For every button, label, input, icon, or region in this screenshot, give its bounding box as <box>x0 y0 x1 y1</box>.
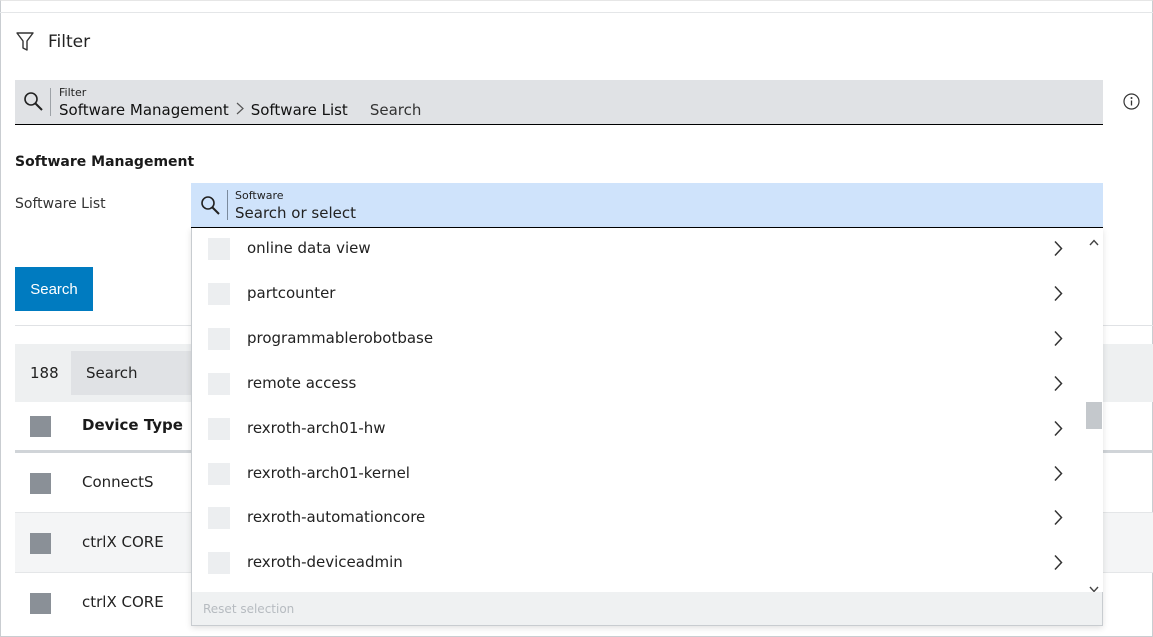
chevron-right-icon[interactable] <box>1053 330 1063 351</box>
list-item[interactable]: rexroth-arch01-hw <box>192 408 1085 453</box>
row-checkbox[interactable] <box>30 593 51 614</box>
device-type-cell: ctrlX CORE <box>82 593 164 611</box>
software-dropdown-list[interactable]: online data view partcounter programmabl… <box>191 228 1103 626</box>
search-icon <box>200 195 222 221</box>
filter-title: Filter <box>48 32 91 52</box>
chevron-right-icon[interactable] <box>1053 285 1063 306</box>
chevron-right-icon[interactable] <box>1053 554 1063 575</box>
item-checkbox[interactable] <box>208 552 230 574</box>
software-input-label: Software <box>235 189 284 202</box>
search-button[interactable]: Search <box>15 267 93 311</box>
item-label: rexroth-deviceadmin <box>247 553 403 571</box>
info-icon[interactable] <box>1123 93 1140 114</box>
input-separator <box>227 190 228 220</box>
search-icon <box>23 91 45 117</box>
breadcrumb-item-software-management[interactable]: Software Management <box>59 101 229 119</box>
item-checkbox[interactable] <box>208 373 230 395</box>
software-input-placeholder[interactable]: Search or select <box>235 204 356 222</box>
item-label: rexroth-arch01-kernel <box>247 464 410 482</box>
filter-bar[interactable]: Filter Software Management Software List… <box>15 80 1103 125</box>
item-label: remote access <box>247 374 357 392</box>
list-item[interactable]: rexroth-deviceadmin <box>192 542 1085 587</box>
top-divider <box>0 12 1153 13</box>
list-item[interactable]: rexroth-arch01-kernel <box>192 453 1085 498</box>
item-label: rexroth-arch01-hw <box>247 419 386 437</box>
select-all-checkbox[interactable] <box>30 416 51 437</box>
chevron-right-icon[interactable] <box>1053 465 1063 486</box>
section-title: Software Management <box>15 154 195 170</box>
breadcrumb-item-software-list[interactable]: Software List <box>251 101 348 119</box>
item-checkbox[interactable] <box>208 507 230 529</box>
filter-bar-separator <box>50 88 51 116</box>
chevron-right-icon[interactable] <box>1053 240 1063 261</box>
item-checkbox[interactable] <box>208 418 230 440</box>
item-label: online data view <box>247 239 371 257</box>
item-checkbox[interactable] <box>208 283 230 305</box>
item-checkbox[interactable] <box>208 238 230 260</box>
filter-header[interactable]: Filter <box>16 30 90 54</box>
scroll-up-icon[interactable] <box>1089 231 1099 250</box>
dropdown-scrollbar[interactable] <box>1085 228 1103 593</box>
list-item[interactable]: rexroth-automationcore <box>192 497 1085 542</box>
list-item[interactable]: online data view <box>192 228 1085 273</box>
device-type-cell: ConnectS <box>82 473 154 491</box>
funnel-icon <box>16 32 34 52</box>
item-label: programmablerobotbase <box>247 329 434 347</box>
item-checkbox[interactable] <box>208 463 230 485</box>
item-label: partcounter <box>247 284 336 302</box>
chevron-right-icon[interactable] <box>1053 375 1063 396</box>
device-type-cell: ctrlX CORE <box>82 533 164 551</box>
scrollbar-thumb[interactable] <box>1086 402 1102 429</box>
column-header-device-type[interactable]: Device Type <box>82 416 183 434</box>
chevron-right-icon <box>236 101 244 119</box>
dropdown-footer: Reset selection <box>192 592 1102 625</box>
chevron-right-icon[interactable] <box>1053 509 1063 530</box>
item-label: rexroth-automationcore <box>247 508 426 526</box>
software-list-label: Software List <box>15 196 106 212</box>
filter-bar-label: Filter <box>59 86 87 99</box>
results-search-field[interactable]: Search <box>71 351 201 395</box>
list-item[interactable]: remote access <box>192 363 1085 408</box>
list-item[interactable]: programmablerobotbase <box>192 318 1085 363</box>
result-count: 188 <box>30 364 59 382</box>
chevron-right-icon[interactable] <box>1053 420 1063 441</box>
row-checkbox[interactable] <box>30 473 51 494</box>
software-search-input[interactable]: Software Search or select <box>191 183 1103 228</box>
reset-selection-button[interactable]: Reset selection <box>203 602 294 616</box>
row-checkbox[interactable] <box>30 533 51 554</box>
breadcrumb: Software Management Software List Search <box>59 101 421 119</box>
list-item[interactable]: partcounter <box>192 273 1085 318</box>
filter-search-text[interactable]: Search <box>370 101 422 119</box>
item-checkbox[interactable] <box>208 328 230 350</box>
results-search-label: Search <box>86 364 138 382</box>
